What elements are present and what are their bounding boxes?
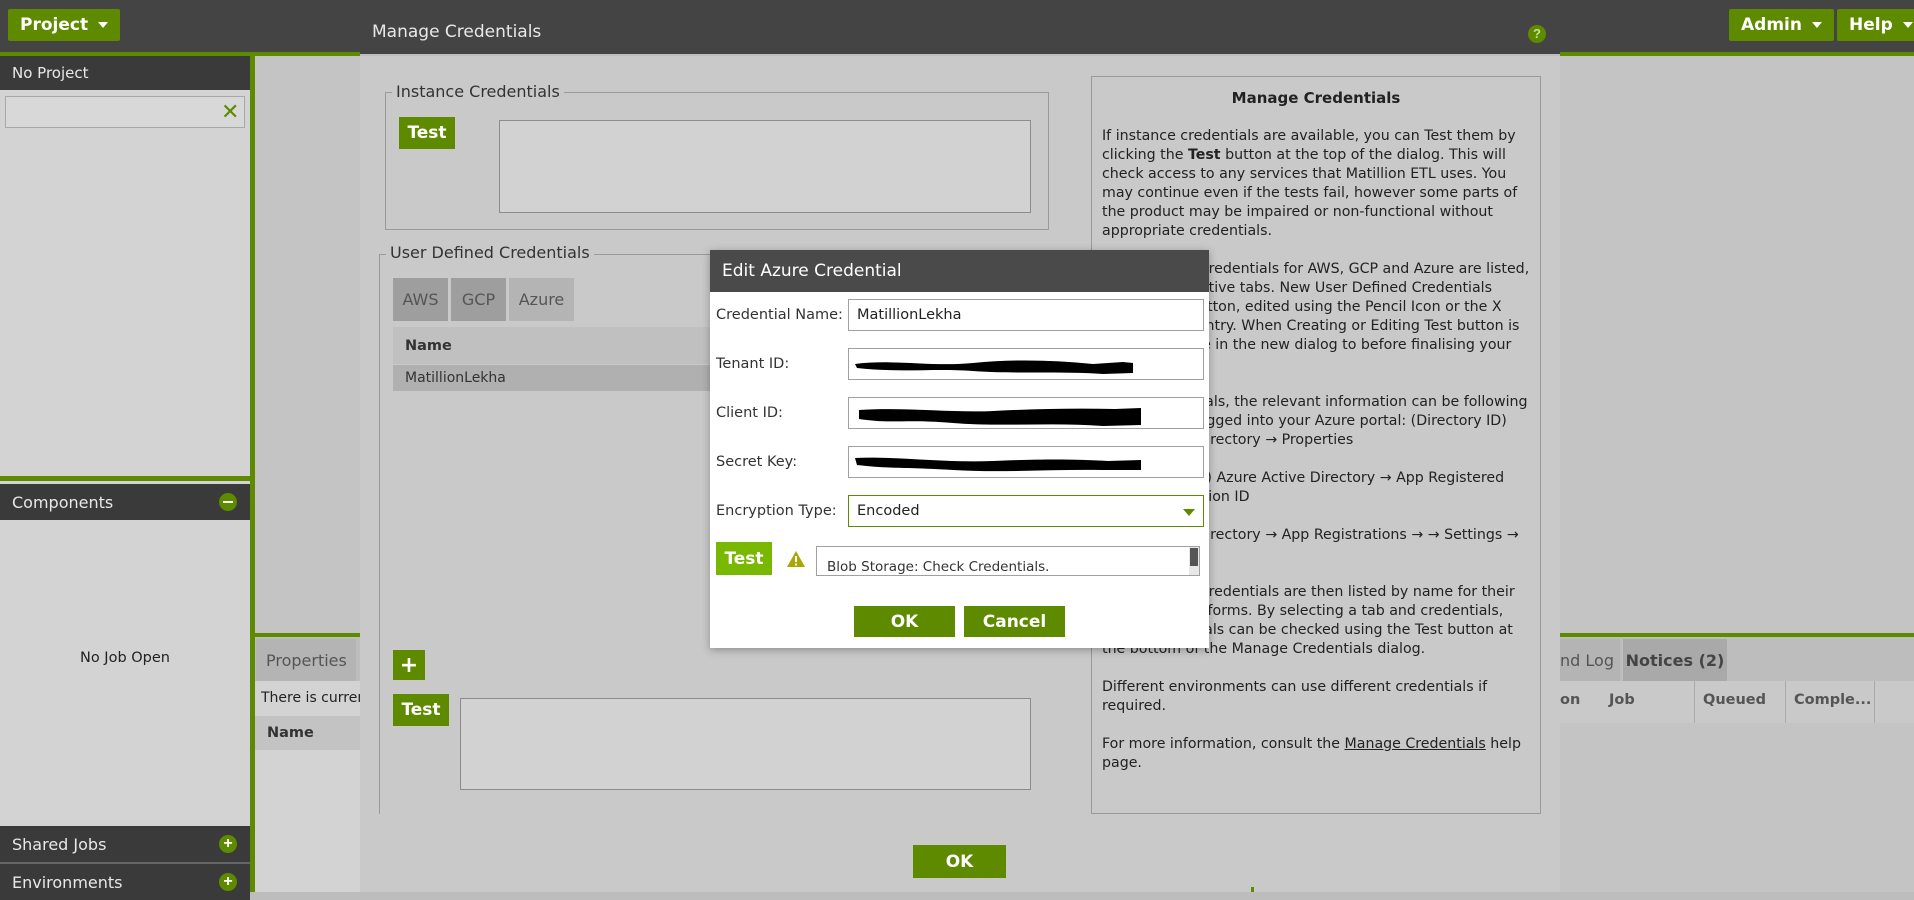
divider bbox=[0, 476, 250, 481]
tab-aws[interactable]: AWS bbox=[393, 278, 448, 321]
credentials-table-header: Name bbox=[393, 327, 713, 364]
project-header-label: No Project bbox=[12, 64, 89, 82]
shared-jobs-label: Shared Jobs bbox=[12, 834, 107, 854]
column-header: Queued bbox=[1703, 692, 1767, 708]
instance-test-output bbox=[499, 120, 1031, 213]
chevron-down-icon bbox=[1902, 22, 1913, 28]
test-result-box: Blob Storage: Check Credentials. bbox=[816, 546, 1200, 576]
canvas-area bbox=[1560, 56, 1914, 635]
help-text-bold: Test bbox=[1187, 147, 1221, 163]
tab-gcp[interactable]: GCP bbox=[451, 278, 506, 321]
properties-info-text: There is current bbox=[261, 690, 360, 706]
help-title: Manage Credentials bbox=[1231, 89, 1401, 107]
close-icon[interactable]: ✕ bbox=[221, 99, 239, 125]
tasks-table-body bbox=[1560, 723, 1914, 892]
environments-label: Environments bbox=[12, 872, 123, 892]
scrollbar-thumb[interactable] bbox=[1190, 548, 1198, 566]
divider bbox=[1785, 681, 1786, 723]
components-header[interactable]: Components bbox=[0, 484, 250, 520]
add-credential-button[interactable]: + bbox=[393, 650, 425, 680]
test-result-text: Blob Storage: Check Credentials. bbox=[827, 559, 1050, 575]
client-id-field[interactable] bbox=[848, 397, 1204, 429]
help-paragraph: Different environments can use different… bbox=[1102, 679, 1488, 714]
divider bbox=[1874, 681, 1875, 723]
environments-header[interactable]: Environments bbox=[0, 864, 250, 900]
encryption-type-value: Encoded bbox=[857, 503, 920, 519]
edit-azure-credential-modal: Edit Azure Credential Credential Name: M… bbox=[710, 250, 1209, 648]
column-header: on bbox=[1560, 692, 1581, 708]
user-test-button[interactable]: Test bbox=[393, 694, 449, 726]
manage-ok-button[interactable]: OK bbox=[913, 845, 1006, 878]
credential-name-label: Credential Name: bbox=[716, 307, 843, 323]
scrollbar[interactable] bbox=[1189, 547, 1199, 575]
help-paragraph: For more information, consult the Manage… bbox=[1102, 735, 1530, 773]
encryption-type-label: Encryption Type: bbox=[716, 503, 837, 519]
column-header: Comple... bbox=[1794, 692, 1872, 708]
chevron-down-icon bbox=[1183, 509, 1195, 516]
tab-notices-label: Notices (2) bbox=[1625, 650, 1725, 670]
add-icon[interactable]: + bbox=[219, 835, 237, 853]
encryption-type-select[interactable]: Encoded bbox=[848, 495, 1204, 527]
redaction-mark bbox=[855, 457, 1141, 472]
properties-column-name: Name bbox=[255, 716, 360, 750]
search-input[interactable] bbox=[5, 96, 245, 128]
divider bbox=[1694, 681, 1695, 723]
tab-properties[interactable]: Properties bbox=[256, 639, 356, 681]
tab-task-log[interactable]: nd Log bbox=[1560, 639, 1620, 681]
divider bbox=[1560, 633, 1914, 637]
warning-icon bbox=[787, 551, 805, 567]
tab-properties-label: Properties bbox=[266, 650, 347, 670]
tab-task-log-label: nd Log bbox=[1560, 650, 1614, 670]
ok-button[interactable]: OK bbox=[854, 606, 955, 637]
help-text: For more information, consult the bbox=[1102, 736, 1345, 752]
modal-test-button[interactable]: Test bbox=[716, 542, 772, 575]
help-menu-button[interactable]: Help bbox=[1837, 9, 1914, 41]
secret-key-field[interactable] bbox=[848, 446, 1204, 478]
project-menu-label: Project bbox=[20, 15, 89, 35]
modal-title: Edit Azure Credential bbox=[722, 261, 902, 281]
shared-jobs-header[interactable]: Shared Jobs bbox=[0, 826, 250, 862]
user-defined-legend: User Defined Credentials bbox=[386, 243, 594, 262]
instance-credentials-legend: Instance Credentials bbox=[392, 82, 564, 101]
canvas-area bbox=[255, 56, 360, 635]
project-header: No Project bbox=[0, 56, 250, 90]
admin-menu-label: Admin bbox=[1741, 15, 1802, 35]
client-id-label: Client ID: bbox=[716, 405, 783, 421]
add-icon[interactable]: + bbox=[219, 873, 237, 891]
top-bar bbox=[0, 0, 1914, 54]
credential-name-value: MatillionLekha bbox=[857, 307, 962, 323]
divider bbox=[1251, 887, 1254, 892]
chevron-down-icon bbox=[98, 22, 109, 28]
secret-key-label: Secret Key: bbox=[716, 454, 798, 470]
tenant-id-field[interactable] bbox=[848, 348, 1204, 380]
instance-test-button[interactable]: Test bbox=[399, 117, 455, 149]
help-paragraph: If instance credentials are available, y… bbox=[1102, 127, 1530, 241]
redaction-mark bbox=[855, 360, 1133, 374]
column-header: Job bbox=[1609, 692, 1635, 708]
tab-notices[interactable]: Notices (2) bbox=[1623, 639, 1727, 681]
redaction-mark bbox=[859, 408, 1141, 426]
collapse-icon[interactable] bbox=[219, 493, 237, 511]
divider bbox=[379, 254, 380, 814]
divider bbox=[255, 633, 360, 637]
tenant-id-label: Tenant ID: bbox=[716, 356, 790, 372]
credential-name-field[interactable]: MatillionLekha bbox=[848, 299, 1204, 331]
dialog-title: Manage Credentials bbox=[372, 22, 542, 42]
table-row[interactable]: MatillionLekha bbox=[393, 365, 713, 391]
admin-menu-button[interactable]: Admin bbox=[1729, 9, 1834, 41]
question-circle-icon[interactable]: ? bbox=[1528, 25, 1546, 43]
help-menu-label: Help bbox=[1849, 15, 1893, 35]
cancel-button[interactable]: Cancel bbox=[964, 606, 1065, 637]
properties-panel bbox=[255, 681, 360, 892]
chevron-down-icon bbox=[1811, 22, 1822, 28]
project-menu-button[interactable]: Project bbox=[8, 9, 121, 41]
user-test-output bbox=[460, 698, 1031, 790]
no-job-text: No Job Open bbox=[79, 650, 171, 666]
components-label: Components bbox=[12, 492, 114, 512]
help-link[interactable]: Manage Credentials bbox=[1345, 736, 1486, 752]
tab-azure[interactable]: Azure bbox=[509, 278, 574, 321]
modal-title-bar: Edit Azure Credential bbox=[710, 250, 1209, 292]
left-sidebar bbox=[0, 56, 250, 892]
